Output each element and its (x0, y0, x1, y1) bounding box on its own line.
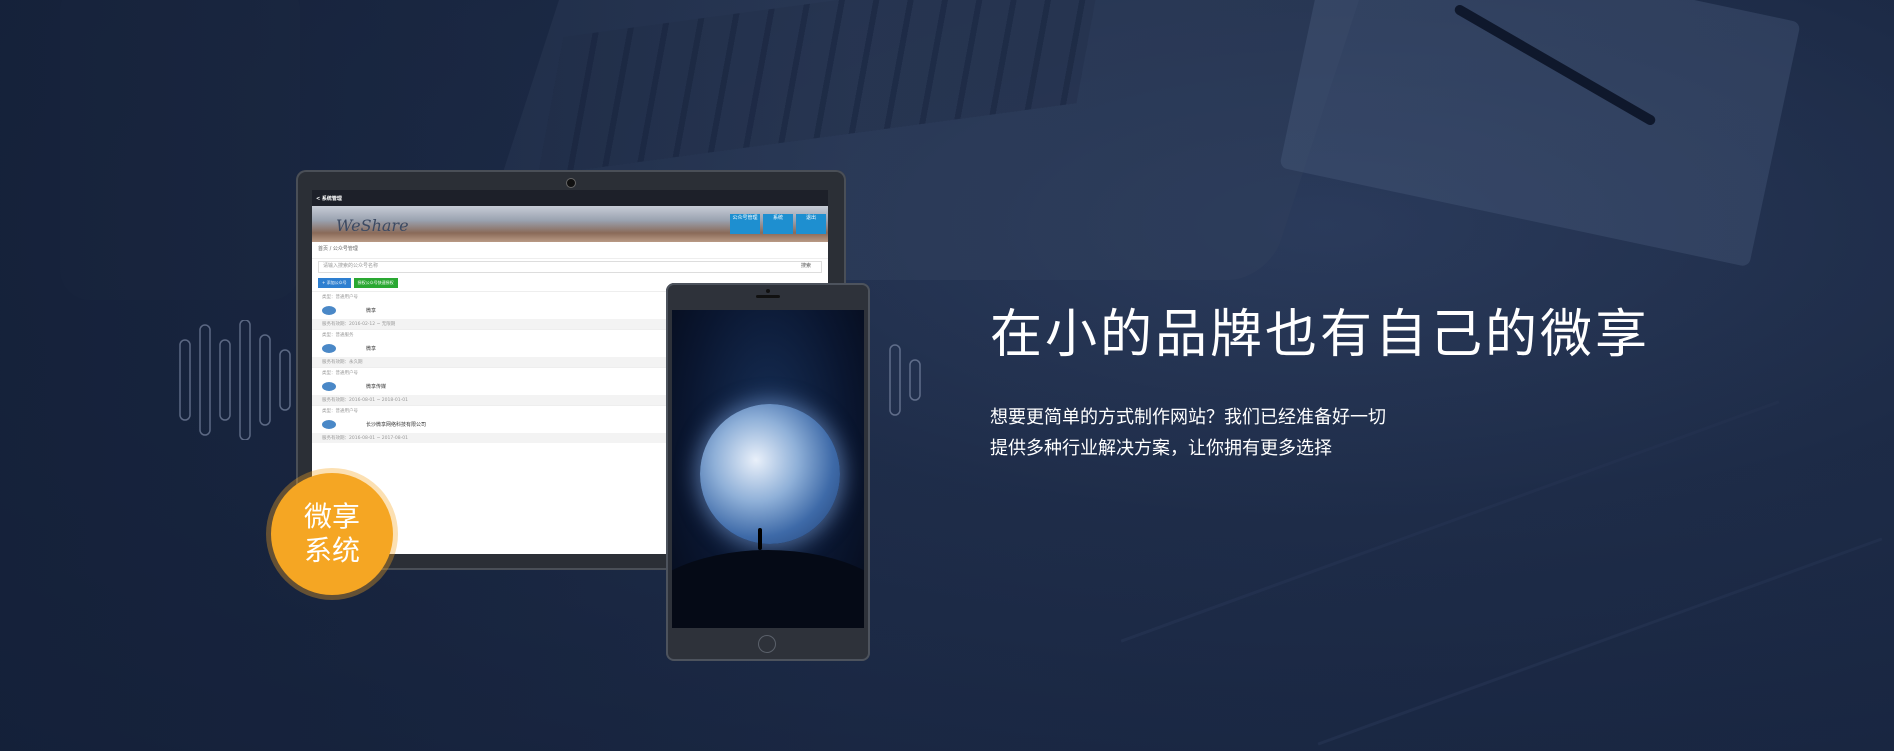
item-name: 微享 (366, 346, 377, 352)
earth-image (700, 404, 840, 544)
home-button (758, 635, 776, 653)
horizon-image (672, 550, 864, 628)
wechat-icon (322, 420, 336, 429)
badge-line2: 系统 (303, 534, 360, 567)
badge-line1: 微享 (303, 500, 360, 533)
banner-buttons: 公众号管理 系统 退出 (730, 214, 826, 234)
hero-subtitle: 想要更简单的方式制作网站？我们已经准备好一切 提供多种行业解决方案，让你拥有更多… (990, 402, 1386, 464)
subtitle-line-2: 提供多种行业解决方案，让你拥有更多选择 (990, 438, 1332, 459)
phone-camera (766, 289, 770, 293)
wechat-icon (322, 382, 336, 391)
authorize-account-button[interactable]: 授权公众号快速授权 (353, 278, 398, 288)
item-name: 微享传媒 (366, 384, 387, 390)
subtitle-line-1: 想要更简单的方式制作网站？我们已经准备好一切 (990, 407, 1386, 428)
admin-banner: WeShare 公众号管理 系统 退出 (312, 206, 828, 242)
camera (566, 178, 576, 188)
banner-button-accounts[interactable]: 公众号管理 (730, 214, 760, 234)
item-name: 微享 (366, 308, 377, 314)
admin-brand[interactable]: < 系统管理 (316, 195, 342, 202)
product-badge: 微享 系统 (271, 473, 393, 595)
phone-speaker (756, 295, 780, 298)
phone-mockup (666, 283, 870, 661)
search-placeholder: 请输入搜索的公众号名称 (323, 263, 379, 269)
person-silhouette (758, 528, 762, 550)
banner-button-system[interactable]: 系统 (763, 214, 793, 234)
search-button[interactable]: 搜索 (801, 262, 811, 269)
item-name: 长沙微享网络科技有限公司 (366, 422, 427, 428)
search-input[interactable]: 请输入搜索的公众号名称 搜索 (318, 261, 822, 273)
breadcrumb: 首页 / 公众号管理 (312, 242, 828, 259)
wechat-icon (322, 306, 336, 315)
weshare-logo: WeShare (336, 216, 409, 235)
phone-screen (672, 310, 864, 628)
banner-button-logout[interactable]: 退出 (796, 214, 826, 234)
hero-headline: 在小的品牌也有自己的微享 (990, 305, 1651, 365)
add-account-button[interactable]: + 添加公众号 (318, 278, 351, 288)
wechat-icon (322, 344, 336, 353)
admin-topbar: < 系统管理 (312, 190, 828, 206)
